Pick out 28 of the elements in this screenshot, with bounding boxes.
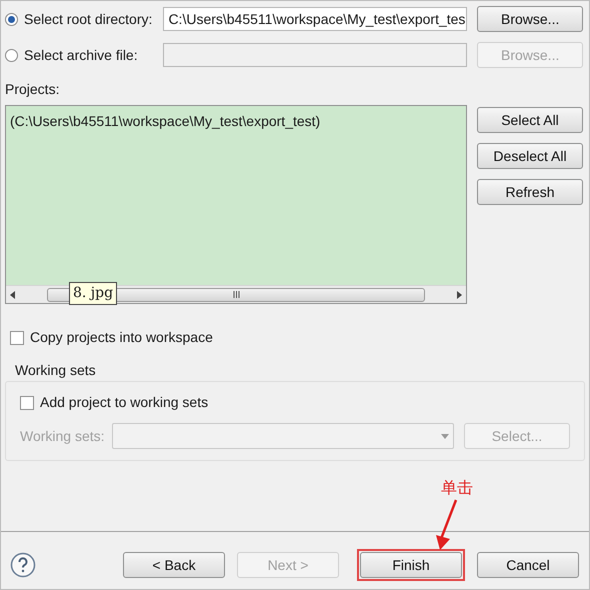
dropdown-arrow-icon [441,434,449,438]
dialog-button[interactable]: Deselect All [477,143,583,169]
list-item[interactable]: (C:\Users\b45511\workspace\My_test\export_test) [10,111,462,132]
dialog-button[interactable]: Browse... [477,6,583,32]
dialog-button[interactable]: Cancel [477,552,579,578]
dialog-button[interactable]: < Back [123,552,225,578]
left-arrow-icon[interactable] [10,290,16,298]
tooltip: 8. jpg [69,282,118,305]
dialog-button[interactable]: Finish [360,552,462,578]
grip-icon [232,291,240,298]
section-label: Projects: [5,80,60,99]
radio-label: Select root directory: [24,10,152,29]
radio-button[interactable] [5,12,18,26]
annotation-label: 单击 [441,477,473,499]
checkbox-label: Copy projects into workspace [30,328,213,347]
radio-label: Select archive file: [24,46,138,64]
project-list[interactable]: (C:\Users\b45511\workspace\My_test\export_test) 8. jpg [5,105,467,304]
checkbox[interactable] [10,330,24,344]
help-icon[interactable] [10,552,36,578]
scroll-thumb[interactable] [47,288,425,302]
field-label: Working sets: [20,426,106,446]
right-arrow-icon[interactable] [456,290,462,298]
horizontal-scrollbar[interactable] [6,285,466,303]
group-title: Working sets [14,361,97,380]
dialog-button[interactable]: Select All [477,107,583,133]
checkbox-label: Add project to working sets [40,393,208,412]
path-field[interactable]: C:\Users\b45511\workspace\My_test\export_tes [163,7,468,31]
dialog-button[interactable]: Refresh [477,179,583,205]
